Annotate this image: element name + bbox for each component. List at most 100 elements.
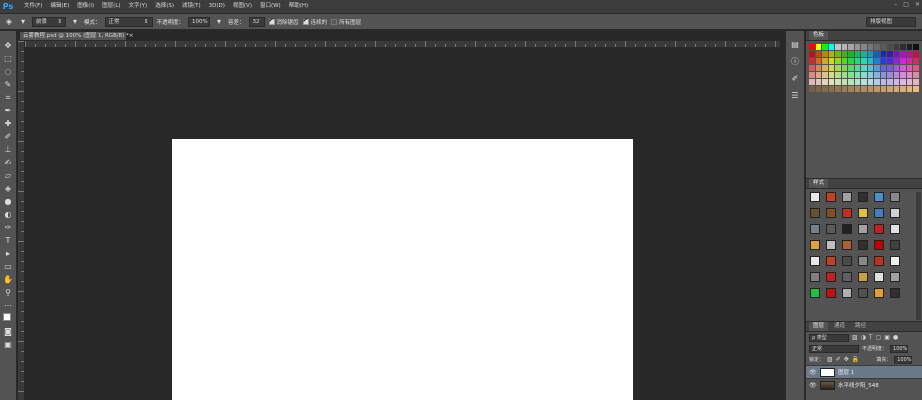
layer-row[interactable]: 👁 图层 1	[806, 365, 922, 378]
style-preset[interactable]	[858, 240, 868, 250]
swatch-chip[interactable]	[861, 58, 867, 64]
more-tools-icon[interactable]: ⋯	[2, 299, 15, 312]
style-preset[interactable]	[826, 272, 836, 282]
swatch-chip[interactable]	[848, 72, 854, 78]
menu-type[interactable]: 文字(Y)	[125, 0, 152, 13]
swatch-chip[interactable]	[835, 79, 841, 85]
style-preset[interactable]	[810, 208, 820, 218]
lock-all-icon[interactable]: 🔒	[852, 356, 859, 363]
swatch-chip[interactable]	[841, 72, 847, 78]
style-preset[interactable]	[810, 256, 820, 266]
swatch-chip[interactable]	[874, 72, 880, 78]
menu-layer[interactable]: 图层(L)	[98, 0, 124, 13]
antialias-option[interactable]: 消除锯齿	[268, 17, 299, 26]
style-preset[interactable]	[810, 240, 820, 250]
swatch-chip[interactable]	[861, 51, 867, 57]
minimize-button[interactable]: –	[894, 1, 897, 8]
tab-swatches[interactable]: 色板	[809, 31, 829, 40]
brush-presets-icon[interactable]: ✐	[789, 73, 801, 85]
lock-pixels-icon[interactable]: ▨	[827, 356, 833, 363]
swatch-chip[interactable]	[893, 65, 899, 71]
swatch-chip[interactable]	[867, 79, 873, 85]
swatch-chip[interactable]	[880, 44, 886, 50]
swatch-chip[interactable]	[828, 72, 834, 78]
menu-select[interactable]: 选择(S)	[151, 0, 178, 13]
tab-paths[interactable]: 路径	[851, 322, 870, 331]
swatch-chip[interactable]	[815, 44, 821, 50]
style-preset[interactable]	[810, 288, 820, 298]
swatch-chip[interactable]	[822, 65, 828, 71]
swatch-chip[interactable]	[854, 65, 860, 71]
zoom-tool-icon[interactable]: ⚲	[2, 286, 15, 299]
swatch-chip[interactable]	[913, 65, 919, 71]
chevron-down-icon[interactable]: ▾	[70, 17, 80, 27]
close-icon[interactable]: ×	[129, 32, 134, 40]
swatch-chip[interactable]	[835, 44, 841, 50]
swatch-chip[interactable]	[874, 44, 880, 50]
lock-paint-icon[interactable]: ✐	[836, 356, 841, 363]
style-preset[interactable]	[842, 288, 852, 298]
swatch-chip[interactable]	[906, 44, 912, 50]
pen-tool-icon[interactable]: ✑	[2, 221, 15, 234]
style-preset[interactable]	[826, 240, 836, 250]
style-preset[interactable]	[810, 192, 820, 202]
blur-tool-icon[interactable]: ●	[2, 195, 15, 208]
style-preset[interactable]	[842, 240, 852, 250]
style-preset[interactable]	[890, 192, 900, 202]
swatch-chip[interactable]	[913, 86, 919, 92]
style-preset[interactable]	[890, 224, 900, 234]
swatch-chip[interactable]	[809, 65, 815, 71]
swatch-chip[interactable]	[822, 86, 828, 92]
swatch-chip[interactable]	[841, 65, 847, 71]
menu-filter[interactable]: 滤镜(T)	[178, 0, 205, 13]
swatch-chip[interactable]	[848, 58, 854, 64]
eyedropper-tool-icon[interactable]: ✒	[2, 104, 15, 117]
swatch-chip[interactable]	[900, 65, 906, 71]
style-preset[interactable]	[874, 192, 884, 202]
style-preset[interactable]	[874, 256, 884, 266]
swatch-chip[interactable]	[906, 79, 912, 85]
swatch-chip[interactable]	[848, 65, 854, 71]
swatch-chip[interactable]	[848, 44, 854, 50]
style-preset[interactable]	[826, 256, 836, 266]
swatch-chip[interactable]	[880, 65, 886, 71]
style-preset[interactable]	[858, 192, 868, 202]
swatch-chip[interactable]	[841, 86, 847, 92]
swatch-chip[interactable]	[815, 65, 821, 71]
menu-3d[interactable]: 3D(D)	[205, 0, 229, 13]
filter-adjust-icon[interactable]: ◑	[861, 334, 866, 341]
type-tool-icon[interactable]: T	[2, 234, 15, 247]
workspace-dropdown[interactable]: 排版视图	[866, 17, 916, 27]
style-preset[interactable]	[874, 272, 884, 282]
chevron-down-icon[interactable]: ▾	[18, 17, 28, 27]
swatch-chip[interactable]	[900, 79, 906, 85]
all-layers-checkbox[interactable]	[331, 19, 338, 25]
swatch-chip[interactable]	[913, 72, 919, 78]
canvas-area[interactable]	[26, 49, 780, 400]
swatch-chip[interactable]	[815, 86, 821, 92]
menu-file[interactable]: 文件(F)	[20, 0, 46, 13]
style-preset[interactable]	[858, 224, 868, 234]
swatch-chip[interactable]	[822, 44, 828, 50]
style-preset[interactable]	[842, 192, 852, 202]
swatch-chip[interactable]	[887, 72, 893, 78]
swatch-chip[interactable]	[913, 51, 919, 57]
swatch-chip[interactable]	[815, 58, 821, 64]
style-preset[interactable]	[890, 240, 900, 250]
swatch-chip[interactable]	[913, 79, 919, 85]
paint-bucket-tool-icon[interactable]: ◈	[2, 182, 15, 195]
swatch-chip[interactable]	[828, 58, 834, 64]
shape-tool-icon[interactable]: ▭	[2, 260, 15, 273]
swatch-chip[interactable]	[854, 79, 860, 85]
lock-move-icon[interactable]: ✥	[844, 356, 849, 363]
swatch-chip[interactable]	[893, 79, 899, 85]
filter-smart-icon[interactable]: ▣	[884, 334, 890, 341]
menu-edit[interactable]: 编辑(E)	[46, 0, 73, 13]
swatch-chip[interactable]	[815, 72, 821, 78]
move-tool-icon[interactable]: ✥	[2, 39, 15, 52]
swatch-chip[interactable]	[874, 58, 880, 64]
swatch-chip[interactable]	[887, 58, 893, 64]
swatch-chip[interactable]	[906, 86, 912, 92]
eye-icon[interactable]: 👁	[809, 369, 817, 376]
clone-stamp-tool-icon[interactable]: ⊥	[2, 143, 15, 156]
